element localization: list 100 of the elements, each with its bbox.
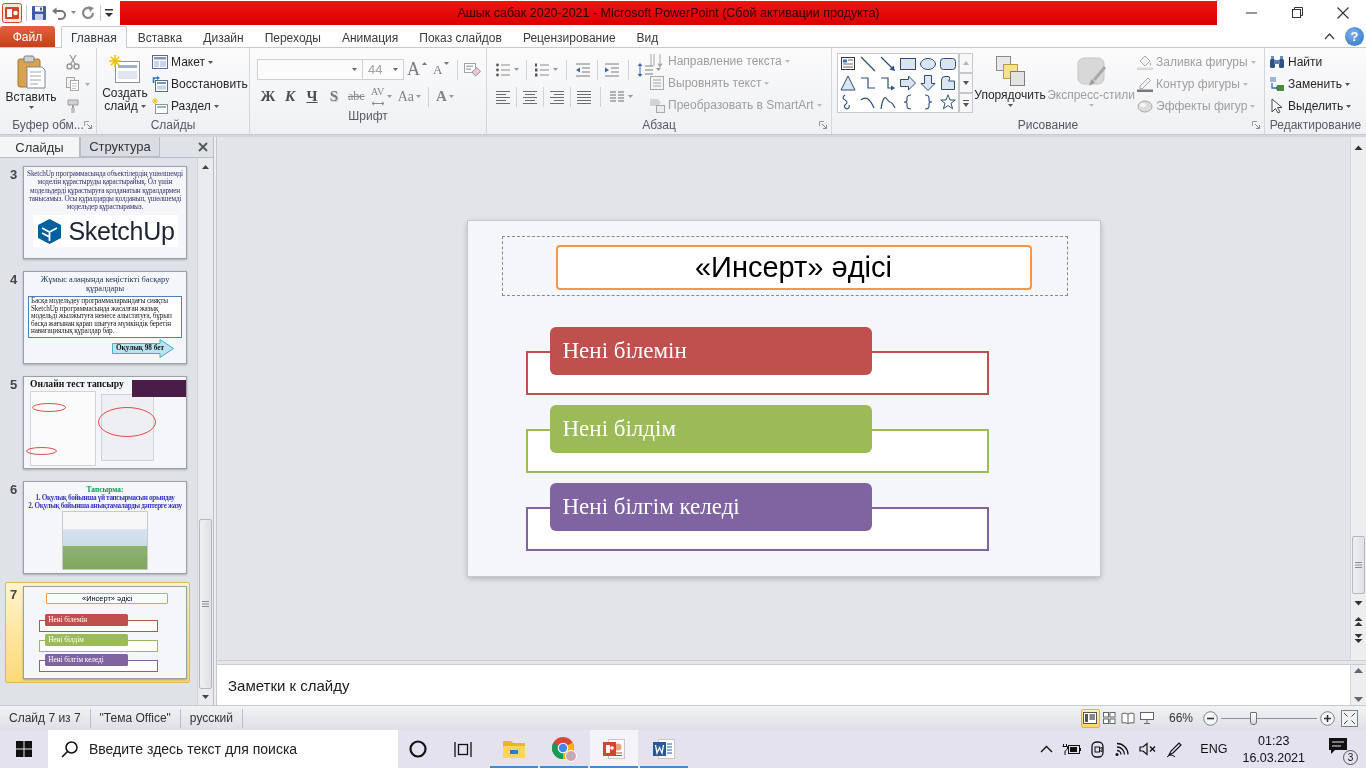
slides-menu-button[interactable]: Раздел	[150, 95, 250, 117]
ribbon-tab[interactable]: Рецензирование	[512, 26, 626, 48]
slides-menu-button[interactable]: Восстановить	[150, 73, 250, 95]
zoom-out-icon[interactable]	[1203, 710, 1218, 726]
curved-shape-icon[interactable]	[940, 74, 956, 91]
new-slide-button[interactable]: Создать слайд	[100, 49, 150, 115]
language-indicator[interactable]: ENG	[1200, 742, 1228, 756]
right-arrow-shape-icon[interactable]	[900, 74, 916, 91]
dialog-launcher-icon[interactable]	[84, 121, 92, 129]
task-view-icon[interactable]	[454, 740, 472, 758]
down-arrow-shape-icon[interactable]	[920, 74, 936, 91]
search-field[interactable]: Введите здесь текст для поиска	[48, 730, 398, 768]
triangle-shape-icon[interactable]	[840, 74, 856, 91]
editing-button[interactable]: Выделить	[1267, 95, 1354, 117]
numbered-list-icon[interactable]	[534, 61, 550, 78]
vertical-scrollbar[interactable]	[1350, 137, 1366, 660]
ribbon-tab[interactable]: Вид	[626, 26, 669, 48]
align-right-icon[interactable]	[549, 88, 565, 105]
format-button[interactable]: Ж	[257, 85, 279, 108]
slide-thumbnail[interactable]: Онлайн тест тапсыру	[23, 376, 187, 469]
slide-canvas[interactable]: «Инсерт» әдісі Нені білемін Нені білдім Нені білгім келеді	[467, 221, 1100, 576]
character-spacing-button[interactable]: AV	[367, 85, 395, 108]
fit-to-window-icon[interactable]	[1341, 709, 1358, 727]
editing-button[interactable]: Заменить	[1267, 73, 1354, 95]
title-placeholder[interactable]: «Инсерт» әдісі	[501, 236, 1068, 296]
font-size-button[interactable]: A	[404, 58, 430, 81]
save-icon[interactable]	[31, 4, 47, 21]
justify-icon[interactable]	[576, 88, 592, 105]
ribbon-tab[interactable]: Дизайн	[193, 26, 254, 48]
speaker-muted-icon[interactable]	[1139, 742, 1158, 756]
scroll-down-icon[interactable]	[1354, 697, 1363, 702]
circle-icon[interactable]	[409, 740, 427, 758]
dialog-launcher-icon[interactable]	[1252, 121, 1260, 129]
decrease-indent-icon[interactable]	[575, 61, 591, 78]
pane-tab[interactable]: Структура	[80, 137, 160, 157]
wifi-icon[interactable]	[1114, 741, 1131, 757]
ribbon-tab[interactable]: Переходы	[254, 26, 331, 48]
zoom-slider[interactable]	[1221, 713, 1317, 723]
clock-time[interactable]: 01:23	[1258, 733, 1290, 748]
font-size-button[interactable]: A	[430, 58, 453, 81]
close-pane-icon[interactable]	[198, 142, 208, 152]
camera-icon[interactable]	[1091, 740, 1106, 758]
chevron-up-icon[interactable]	[1040, 745, 1054, 753]
format-button[interactable]: Aa	[394, 85, 424, 108]
line-spacing-icon[interactable]	[637, 61, 653, 78]
ribbon-tab[interactable]: Главная	[61, 26, 127, 48]
start-icon[interactable]	[16, 741, 32, 757]
collapse-ribbon-icon[interactable]	[1324, 32, 1335, 40]
caret-icon[interactable]	[628, 95, 633, 98]
status-text[interactable]: русский	[180, 708, 243, 728]
close-icon[interactable]	[1337, 6, 1349, 19]
restore-icon[interactable]	[1291, 7, 1303, 18]
notification-icon[interactable]	[1328, 737, 1348, 755]
oval-shape-icon[interactable]	[920, 55, 936, 72]
zoom-level[interactable]: 66%	[1168, 711, 1193, 725]
scrollbar-thumb[interactable]	[1352, 536, 1365, 594]
zoom-in-icon[interactable]	[1320, 710, 1335, 726]
bullet-list-icon[interactable]	[495, 61, 511, 78]
scrollbar-thumb[interactable]	[199, 519, 212, 689]
increase-indent-icon[interactable]	[604, 61, 620, 78]
clock-date[interactable]: 16.03.2021	[1242, 750, 1305, 765]
battery-icon[interactable]	[1062, 742, 1083, 756]
view-button[interactable]	[1080, 708, 1100, 728]
slides-menu-button[interactable]: Макет	[150, 51, 250, 73]
format-button[interactable]: Ч	[301, 85, 323, 108]
slide-thumbnail[interactable]	[23, 271, 187, 364]
align-center-icon[interactable]	[522, 88, 538, 105]
pane-tab[interactable]: Слайды	[0, 137, 80, 158]
zoom-slider-thumb[interactable]	[1249, 711, 1257, 725]
ribbon-tab[interactable]: Показ слайдов	[409, 26, 512, 48]
redo-icon[interactable]	[80, 4, 96, 21]
rectangle-shape-icon[interactable]	[900, 55, 916, 72]
font-name-field[interactable]	[257, 59, 363, 80]
slide-list-item[interactable]: 5 Онлайн тест тапсыру	[5, 372, 190, 473]
pen-icon[interactable]	[1166, 740, 1184, 758]
format-button[interactable]: S	[323, 85, 345, 108]
customize-toolbar-icon[interactable]	[105, 7, 113, 18]
star-shape-icon[interactable]	[940, 93, 956, 110]
ribbon-tab[interactable]: Анимация	[331, 26, 409, 48]
vertical-scrollbar[interactable]	[197, 158, 213, 705]
rounded-rectangle-shape-icon[interactable]	[940, 55, 956, 72]
clear-formatting-icon[interactable]	[463, 61, 482, 78]
gallery-more-icon[interactable]	[959, 93, 973, 113]
slide-thumbnail[interactable]	[23, 166, 187, 259]
caret-icon[interactable]	[71, 11, 76, 14]
align-left-icon[interactable]	[495, 88, 511, 105]
arrow-line-shape-icon[interactable]	[880, 55, 896, 72]
caret-icon[interactable]	[514, 68, 519, 71]
taskbar-app-button[interactable]	[590, 730, 638, 768]
ribbon-tab[interactable]: Вставка	[127, 26, 193, 48]
file-tab[interactable]: Файл	[0, 26, 55, 47]
text-box-shape-icon[interactable]	[840, 55, 856, 72]
gallery-down-icon[interactable]	[959, 73, 973, 93]
drawing-large-button[interactable]: Упорядочить	[973, 49, 1047, 115]
caret-icon[interactable]	[553, 68, 558, 71]
elbow-arrow-connector-icon[interactable]	[880, 74, 896, 91]
format-button[interactable]: abc	[345, 85, 368, 108]
line-shape-icon[interactable]	[860, 55, 876, 72]
scissors-icon[interactable]	[65, 54, 81, 70]
paste-button[interactable]: Вставить	[5, 49, 57, 115]
